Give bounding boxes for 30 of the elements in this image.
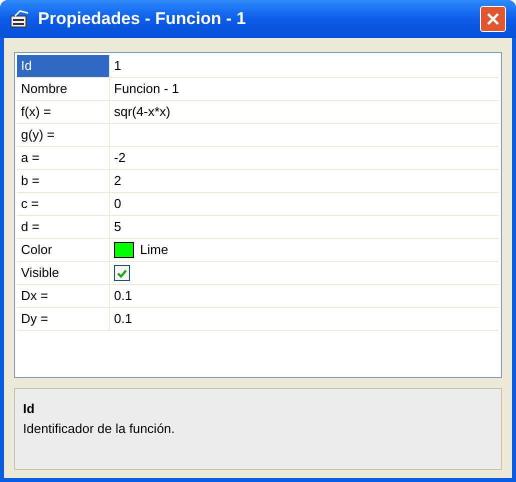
property-name[interactable]: d = — [17, 217, 44, 237]
property-name[interactable]: g(y) = — [17, 125, 59, 145]
property-value: 0.1 — [114, 287, 132, 306]
close-icon — [486, 12, 500, 26]
property-value: 1 — [114, 57, 122, 76]
property-name[interactable]: a = — [17, 148, 44, 168]
close-button[interactable] — [480, 6, 506, 32]
property-name[interactable]: f(x) = — [17, 102, 55, 122]
properties-icon — [10, 10, 30, 28]
property-value: sqr(4-x*x) — [114, 103, 170, 122]
window-title: Propiedades - Funcion - 1 — [38, 8, 247, 30]
property-name[interactable]: Nombre — [17, 79, 72, 99]
property-name[interactable]: Id — [17, 55, 109, 77]
property-value: 0 — [114, 195, 122, 214]
property-value: 2 — [114, 172, 122, 190]
property-value: 0.1 — [114, 310, 132, 328]
property-name[interactable]: Dy = — [17, 309, 52, 329]
property-name[interactable]: Dx = — [17, 286, 52, 306]
property-name[interactable]: Color — [17, 240, 56, 260]
description-title: Id — [23, 400, 36, 418]
property-value: Funcion - 1 — [114, 80, 180, 98]
property-name[interactable]: c = — [17, 194, 43, 214]
property-value: Lime — [140, 241, 168, 260]
property-value: 5 — [114, 218, 122, 236]
description-text: Identificador de la función. — [23, 420, 176, 438]
check-icon — [117, 268, 127, 278]
property-name[interactable]: b = — [17, 171, 44, 191]
visible-checkbox[interactable] — [114, 265, 130, 281]
property-name[interactable]: Visible — [17, 263, 64, 283]
property-value: -2 — [114, 149, 126, 168]
